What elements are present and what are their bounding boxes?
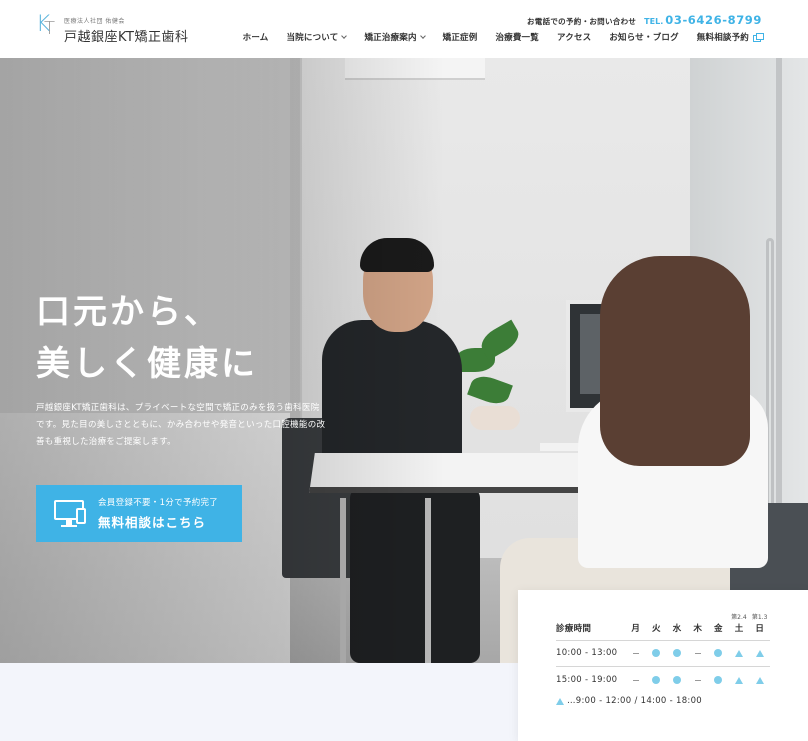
- triangle-icon: [556, 697, 564, 705]
- mark-cell: [708, 647, 729, 659]
- cta-subtext: 会員登録不要・1分で予約完了: [98, 498, 219, 508]
- hours-time: 15:00 - 19:00: [556, 675, 618, 685]
- day-thu: 木: [693, 624, 702, 634]
- nav-label: 矯正症例: [442, 33, 478, 43]
- nav-item-cases[interactable]: 矯正症例: [443, 31, 478, 43]
- hours-header-row: 診療時間 月 火 水 木 金 第2.4 土 第1.3 日: [556, 614, 770, 634]
- chevron-down-icon: [419, 32, 426, 39]
- open-dot-icon: [672, 649, 681, 657]
- hero-title: 口元から、 美しく健康に: [36, 286, 258, 390]
- cta-label: 無料相談はこちら: [98, 515, 207, 530]
- mark-cell: [708, 674, 729, 686]
- day-sat: 第2.4 土: [729, 614, 750, 634]
- hours-footnote: …9:00 - 12:00 / 14:00 - 18:00: [556, 696, 702, 706]
- hours-row-afternoon: 15:00 - 19:00: [556, 674, 770, 686]
- hero-section: 口元から、 美しく健康に 戸越銀座KT矯正歯科は、プライベートな空間で矯正のみを…: [0, 58, 808, 663]
- hero-description: 戸越銀座KT矯正歯科は、プライベートな空間で矯正のみを扱う歯科医院です。見た目の…: [36, 403, 326, 447]
- logo[interactable]: K T 医療法人社団 佑健会 戸越銀座KT矯正歯科: [36, 14, 188, 46]
- nav-label: 無料相談予約: [696, 33, 749, 43]
- closed-dash-icon: [694, 652, 701, 654]
- mark-cell: [667, 674, 688, 686]
- mark-cell: [749, 674, 770, 686]
- site-header: K T 医療法人社団 佑健会 戸越銀座KT矯正歯科 お電話での予約・お問い合わせ…: [0, 0, 808, 58]
- mark-cell: [729, 674, 750, 686]
- mark-cell: [625, 674, 646, 686]
- nav-label: アクセス: [556, 33, 592, 43]
- closed-dash-icon: [632, 679, 639, 681]
- chevron-down-icon: [341, 32, 348, 39]
- nav-item-news[interactable]: お知らせ・ブログ: [609, 31, 678, 43]
- mark-cell: [729, 647, 750, 659]
- hours-note-text: …9:00 - 12:00 / 14:00 - 18:00: [567, 696, 702, 706]
- contact-label: お電話での予約・お問い合わせ: [526, 17, 637, 26]
- nav-label: 治療費一覧: [495, 33, 539, 43]
- nav-item-fees[interactable]: 治療費一覧: [495, 31, 539, 43]
- nav-label: 矯正治療案内: [364, 33, 417, 43]
- day-wed: 水: [672, 624, 682, 634]
- hours-divider: [556, 640, 770, 641]
- mark-cell: [625, 647, 646, 659]
- closed-dash-icon: [632, 652, 639, 654]
- partial-triangle-icon: [734, 676, 743, 684]
- hours-row-morning: 10:00 - 13:00: [556, 647, 770, 659]
- tel-prefix: TEL.: [644, 17, 664, 26]
- day-sun: 第1.3 日: [749, 614, 770, 634]
- open-dot-icon: [652, 676, 661, 684]
- partial-triangle-icon: [734, 649, 743, 657]
- partial-triangle-icon: [755, 649, 764, 657]
- nav-item-reservation[interactable]: 無料相談予約: [696, 31, 764, 43]
- logo-mark-icon: K T: [36, 14, 58, 40]
- hero-title-line1: 口元から、: [36, 292, 221, 332]
- tel-number-link[interactable]: 03-6426-8799: [665, 13, 762, 27]
- open-dot-icon: [672, 676, 681, 684]
- consultation-hours-card: 診療時間 月 火 水 木 金 第2.4 土 第1.3 日 10:00 - 13:00…: [518, 590, 808, 741]
- hours-header-label: 診療時間: [556, 624, 592, 634]
- day-note-sat: 第2.4: [731, 614, 747, 621]
- nav-item-home[interactable]: ホーム: [243, 31, 269, 43]
- logo-name: 戸越銀座KT矯正歯科: [64, 30, 189, 45]
- mark-cell: [687, 647, 708, 659]
- hours-time: 10:00 - 13:00: [556, 648, 618, 658]
- cta-text: 会員登録不要・1分で予約完了 無料相談はこちら: [98, 496, 218, 531]
- pc-smartphone-icon: [54, 499, 88, 528]
- mark-cell: [646, 674, 667, 686]
- hours-divider: [556, 666, 770, 667]
- nav-item-about[interactable]: 当院について: [286, 31, 348, 43]
- mark-cell: [667, 647, 688, 659]
- nav-label: 当院について: [286, 33, 339, 43]
- day-fri: 金: [714, 624, 723, 634]
- logo-subtitle: 医療法人社団 佑健会: [64, 18, 125, 25]
- day-note-sun: 第1.3: [751, 614, 768, 621]
- open-dot-icon: [714, 649, 723, 657]
- nav-item-treatment[interactable]: 矯正治療案内: [364, 31, 426, 43]
- external-link-icon: [753, 33, 764, 42]
- mark-cell: [687, 674, 708, 686]
- header-contact: お電話での予約・お問い合わせ TEL. 03-6426-8799: [527, 13, 762, 27]
- open-dot-icon: [652, 649, 661, 657]
- hero-title-line2: 美しく健康に: [36, 344, 258, 384]
- logo-text: 医療法人社団 佑健会 戸越銀座KT矯正歯科: [64, 14, 188, 45]
- free-consultation-button[interactable]: 会員登録不要・1分で予約完了 無料相談はこちら: [36, 485, 242, 542]
- nav-label: お知らせ・ブログ: [609, 33, 679, 43]
- mark-cell: [646, 647, 667, 659]
- nav-label: ホーム: [242, 33, 269, 43]
- open-dot-icon: [714, 676, 723, 684]
- logo-mark-t: T: [44, 18, 55, 39]
- partial-triangle-icon: [755, 676, 764, 684]
- main-nav: ホーム 当院について 矯正治療案内 矯正症例 治療費一覧 アクセス お知らせ・ブ…: [243, 31, 764, 43]
- closed-dash-icon: [694, 679, 701, 681]
- day-mon: 月: [631, 624, 640, 634]
- day-tue: 火: [652, 624, 661, 634]
- nav-item-access[interactable]: アクセス: [557, 31, 591, 43]
- mark-cell: [749, 647, 770, 659]
